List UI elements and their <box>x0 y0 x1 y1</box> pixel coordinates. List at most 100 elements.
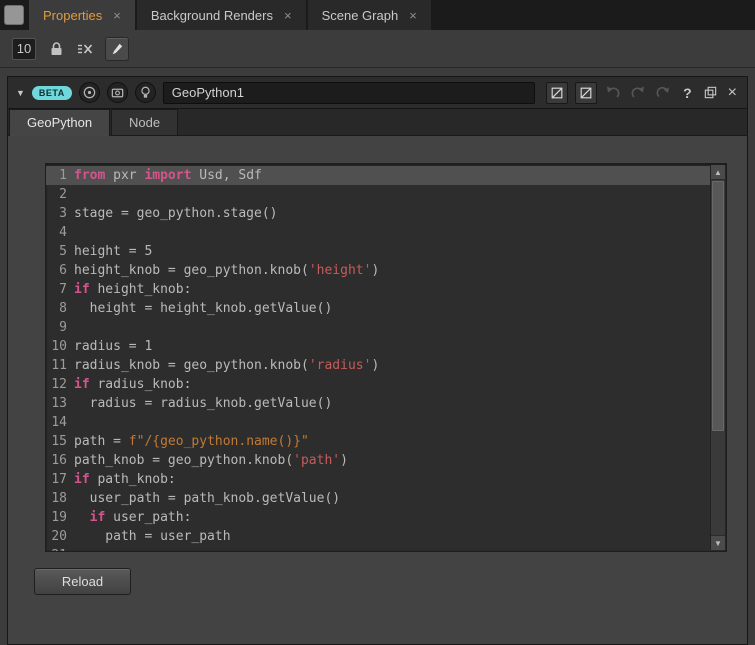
line-number: 17 <box>46 470 74 489</box>
code-line[interactable]: 5height = 5 <box>46 242 710 261</box>
code-text: path = f"/{geo_python.name()}" <box>74 432 710 451</box>
tab-geopython[interactable]: GeoPython <box>9 109 110 136</box>
code-line[interactable]: 18 user_path = path_knob.getValue() <box>46 489 710 508</box>
line-number: 18 <box>46 489 74 508</box>
undo-icon <box>604 84 622 102</box>
line-number: 19 <box>46 508 74 527</box>
snapshot-icon[interactable] <box>107 82 128 103</box>
code-text <box>74 546 710 552</box>
lock-icon[interactable] <box>47 40 65 58</box>
line-number: 10 <box>46 337 74 356</box>
tab-background-renders-label: Background Renders <box>151 8 273 23</box>
code-line[interactable]: 4 <box>46 223 710 242</box>
code-text: stage = geo_python.stage() <box>74 204 710 223</box>
scroll-down-icon[interactable]: ▼ <box>711 535 725 550</box>
edit-pencil-button[interactable] <box>105 37 129 61</box>
line-number: 15 <box>46 432 74 451</box>
code-line[interactable]: 3stage = geo_python.stage() <box>46 204 710 223</box>
tab-properties[interactable]: Properties × <box>29 0 135 30</box>
collapse-caret-icon[interactable]: ▼ <box>16 88 25 98</box>
close-panel-icon[interactable]: × <box>726 84 739 102</box>
code-text: radius_knob = geo_python.knob('radius') <box>74 356 710 375</box>
code-text <box>74 413 710 432</box>
code-text: if user_path: <box>74 508 710 527</box>
close-icon[interactable]: × <box>284 9 292 22</box>
close-icon[interactable]: × <box>113 9 121 22</box>
pane-menu-icon[interactable] <box>4 5 24 25</box>
code-line[interactable]: 9 <box>46 318 710 337</box>
code-text: path = user_path <box>74 527 710 546</box>
editor-scrollbar[interactable]: ▲ ▼ <box>710 165 725 550</box>
code-text: if path_knob: <box>74 470 710 489</box>
node-panel-tabs: GeoPython Node <box>8 109 747 136</box>
line-number: 11 <box>46 356 74 375</box>
code-line[interactable]: 17if path_knob: <box>46 470 710 489</box>
code-line[interactable]: 6height_knob = geo_python.knob('height') <box>46 261 710 280</box>
tab-scene-graph[interactable]: Scene Graph × <box>308 0 431 30</box>
line-number: 7 <box>46 280 74 299</box>
node-properties-panel: ▼ BETA GeoPython1 <box>7 76 748 645</box>
close-all-panels-icon[interactable] <box>76 40 94 58</box>
code-line[interactable]: 2 <box>46 185 710 204</box>
undock-panel-icon[interactable] <box>703 85 719 101</box>
code-text: radius = 1 <box>74 337 710 356</box>
scrollbar-thumb[interactable] <box>712 181 724 431</box>
line-number: 6 <box>46 261 74 280</box>
line-number: 13 <box>46 394 74 413</box>
code-text: height = 5 <box>74 242 710 261</box>
code-text: if height_knob: <box>74 280 710 299</box>
square-diagonal-icon-2[interactable] <box>575 82 597 104</box>
code-line[interactable]: 11radius_knob = geo_python.knob('radius'… <box>46 356 710 375</box>
scroll-up-icon[interactable]: ▲ <box>711 165 725 180</box>
python-code-editor[interactable]: 1from pxr import Usd, Sdf23stage = geo_p… <box>45 163 727 552</box>
code-text: if radius_knob: <box>74 375 710 394</box>
tab-node[interactable]: Node <box>111 109 178 135</box>
line-number: 21 <box>46 546 74 552</box>
code-line[interactable]: 13 radius = radius_knob.getValue() <box>46 394 710 413</box>
line-number: 20 <box>46 527 74 546</box>
properties-window: Properties × Background Renders × Scene … <box>0 0 755 645</box>
reload-button[interactable]: Reload <box>34 568 131 595</box>
code-line[interactable]: 15path = f"/{geo_python.name()}" <box>46 432 710 451</box>
code-line[interactable]: 19 if user_path: <box>46 508 710 527</box>
code-text <box>74 318 710 337</box>
tab-background-renders[interactable]: Background Renders × <box>137 0 306 30</box>
line-number: 12 <box>46 375 74 394</box>
tab-scene-graph-label: Scene Graph <box>322 8 399 23</box>
code-line[interactable]: 16path_knob = geo_python.knob('path') <box>46 451 710 470</box>
center-node-icon[interactable] <box>79 82 100 103</box>
node-panel-header: ▼ BETA GeoPython1 <box>8 77 747 109</box>
pane-tab-bar: Properties × Background Renders × Scene … <box>0 0 755 30</box>
beta-badge: BETA <box>32 86 72 100</box>
code-text: user_path = path_knob.getValue() <box>74 489 710 508</box>
geopython-tab-content: 1from pxr import Usd, Sdf23stage = geo_p… <box>8 136 747 644</box>
properties-toolbar: 10 <box>0 30 755 68</box>
code-line[interactable]: 20 path = user_path <box>46 527 710 546</box>
code-text: height = height_knob.getValue() <box>74 299 710 318</box>
code-line[interactable]: 1from pxr import Usd, Sdf <box>46 166 710 185</box>
line-number: 2 <box>46 185 74 204</box>
code-lines: 1from pxr import Usd, Sdf23stage = geo_p… <box>46 166 710 552</box>
max-panels-input[interactable]: 10 <box>12 38 36 60</box>
code-line[interactable]: 8 height = height_knob.getValue() <box>46 299 710 318</box>
code-text: radius = radius_knob.getValue() <box>74 394 710 413</box>
line-number: 4 <box>46 223 74 242</box>
square-diagonal-icon-1[interactable] <box>546 82 568 104</box>
code-line[interactable]: 21 <box>46 546 710 552</box>
code-text <box>74 185 710 204</box>
code-line[interactable]: 10radius = 1 <box>46 337 710 356</box>
code-text <box>74 223 710 242</box>
close-icon[interactable]: × <box>409 9 417 22</box>
code-text: path_knob = geo_python.knob('path') <box>74 451 710 470</box>
line-number: 9 <box>46 318 74 337</box>
code-line[interactable]: 7if height_knob: <box>46 280 710 299</box>
code-line[interactable]: 12if radius_knob: <box>46 375 710 394</box>
line-number: 1 <box>46 166 74 185</box>
revert-icon <box>654 84 672 102</box>
lightbulb-icon[interactable] <box>135 82 156 103</box>
node-name-input[interactable]: GeoPython1 <box>163 82 535 104</box>
code-line[interactable]: 14 <box>46 413 710 432</box>
redo-icon <box>629 84 647 102</box>
line-number: 8 <box>46 299 74 318</box>
help-button[interactable]: ? <box>679 85 696 101</box>
